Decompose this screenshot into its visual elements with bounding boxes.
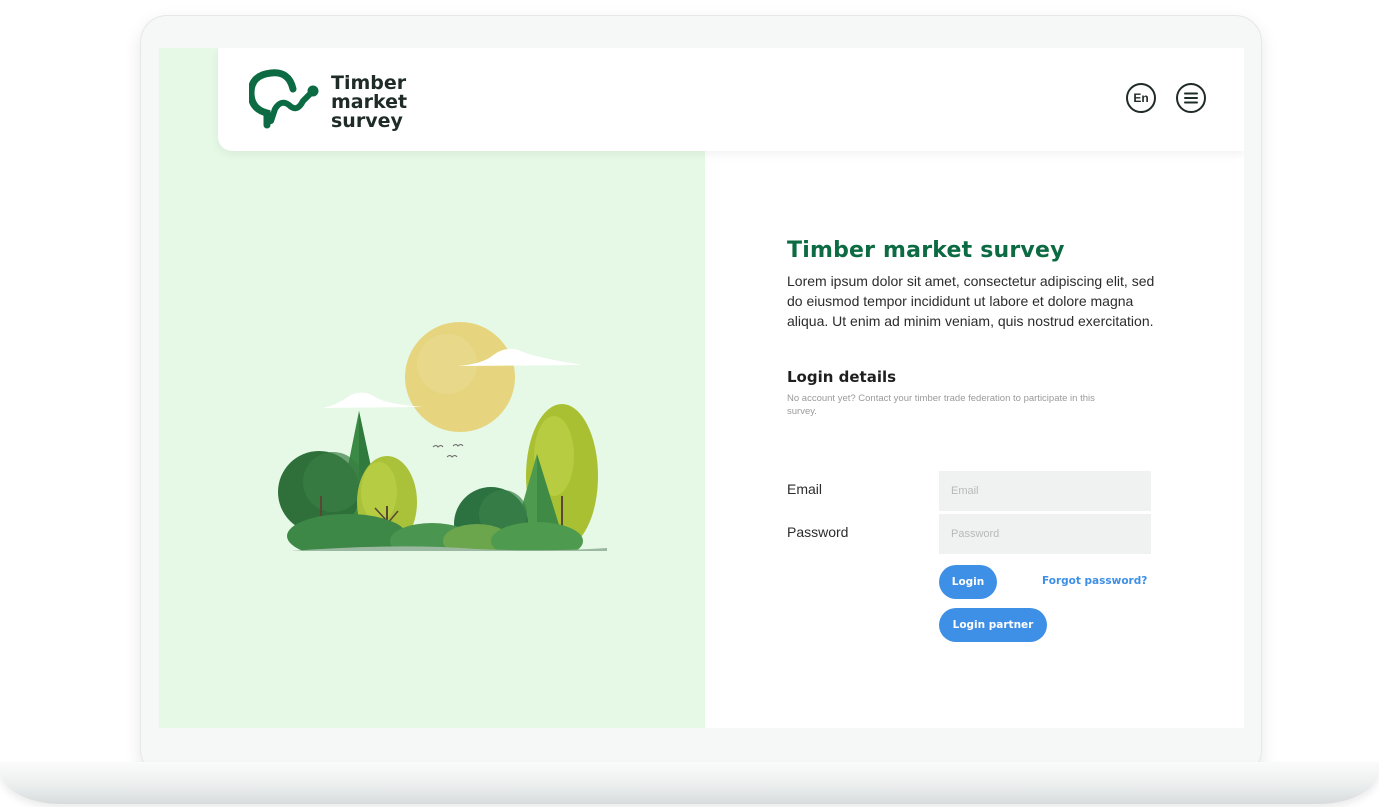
password-field[interactable] bbox=[939, 514, 1151, 554]
logo-icon bbox=[249, 69, 319, 129]
language-label: En bbox=[1133, 91, 1149, 105]
top-header: Timber market survey En bbox=[218, 48, 1244, 151]
login-button[interactable]: Login bbox=[939, 565, 997, 599]
menu-button[interactable] bbox=[1176, 83, 1206, 113]
login-partner-button[interactable]: Login partner bbox=[939, 608, 1047, 642]
page-title: Timber market survey bbox=[787, 238, 1065, 263]
login-heading: Login details bbox=[787, 368, 897, 386]
logo-line-3: survey bbox=[331, 110, 403, 132]
intro-text: Lorem ipsum dolor sit amet, consectetur … bbox=[787, 273, 1155, 329]
email-row: Email bbox=[787, 471, 1151, 511]
app-screen: Timber market survey En Timber market su… bbox=[159, 48, 1244, 728]
forgot-password-link[interactable]: Forgot password? bbox=[1042, 575, 1147, 587]
logo-text: Timber market survey bbox=[331, 74, 407, 131]
email-label: Email bbox=[787, 481, 823, 497]
login-section: Timber market survey Lorem ipsum dolor s… bbox=[787, 238, 1157, 642]
language-switch-button[interactable]: En bbox=[1126, 83, 1156, 113]
email-field[interactable] bbox=[939, 471, 1151, 511]
forest-illustration bbox=[278, 322, 607, 551]
laptop-base bbox=[0, 762, 1379, 804]
hamburger-menu-icon bbox=[1184, 92, 1198, 104]
password-label: Password bbox=[787, 524, 849, 540]
password-row: Password bbox=[787, 514, 1151, 554]
login-note: No account yet? Contact your timber trad… bbox=[787, 393, 1095, 417]
